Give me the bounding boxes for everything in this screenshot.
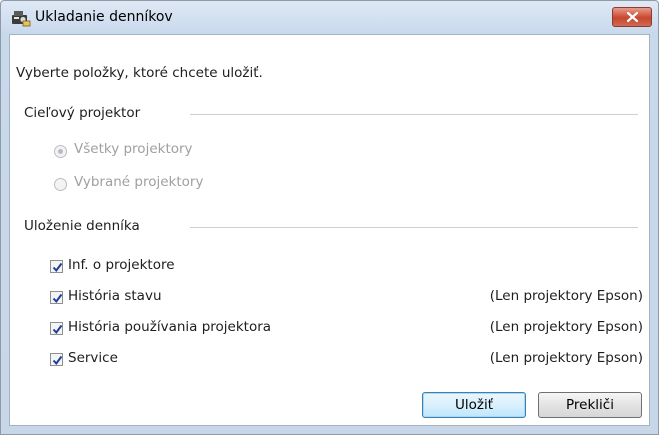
status-history-note: (Len projektory Epson) xyxy=(489,288,643,304)
log-group-separator xyxy=(190,227,638,229)
title-bar[interactable]: Ukladanie denníkov xyxy=(1,1,658,35)
radio-all-projectors[interactable] xyxy=(54,145,67,158)
checkbox-projector-info-label[interactable]: Inf. o projektore xyxy=(68,257,175,273)
target-projector-group-label: Cieľový projektor xyxy=(24,105,141,121)
checkmark-icon xyxy=(52,262,63,273)
checkmark-icon xyxy=(52,355,63,366)
close-icon xyxy=(627,12,638,22)
checkbox-service-label[interactable]: Service xyxy=(68,350,118,366)
projector-app-icon xyxy=(11,9,31,27)
window-title: Ukladanie denníkov xyxy=(35,9,173,25)
cancel-button[interactable]: Prekliči xyxy=(538,392,642,418)
save-button[interactable]: Uložiť xyxy=(422,392,526,418)
instruction-text: Vyberte položky, ktoré chcete uložiť. xyxy=(16,65,263,81)
radio-selected-projectors-label[interactable]: Vybrané projektory xyxy=(74,174,203,190)
checkbox-status-history-label[interactable]: História stavu xyxy=(68,288,162,304)
checkbox-projector-info[interactable] xyxy=(50,260,63,273)
radio-all-projectors-label[interactable]: Všetky projektory xyxy=(74,141,193,157)
checkmark-icon xyxy=(52,293,63,304)
dialog-client-area: Vyberte položky, ktoré chcete uložiť. Ci… xyxy=(9,34,650,426)
usage-history-note: (Len projektory Epson) xyxy=(489,319,643,335)
checkbox-service[interactable] xyxy=(50,353,63,366)
checkbox-usage-history[interactable] xyxy=(50,322,63,335)
dialog-window: Ukladanie denníkov Vyberte položky, ktor… xyxy=(0,0,659,435)
target-group-separator xyxy=(190,114,638,116)
checkbox-status-history[interactable] xyxy=(50,291,63,304)
service-note: (Len projektory Epson) xyxy=(489,350,643,366)
radio-selected-projectors[interactable] xyxy=(54,178,67,191)
log-save-group-label: Uloženie denníka xyxy=(24,218,140,234)
checkbox-usage-history-label[interactable]: História používania projektora xyxy=(68,319,271,335)
checkmark-icon xyxy=(52,324,63,335)
close-button[interactable] xyxy=(612,7,652,27)
